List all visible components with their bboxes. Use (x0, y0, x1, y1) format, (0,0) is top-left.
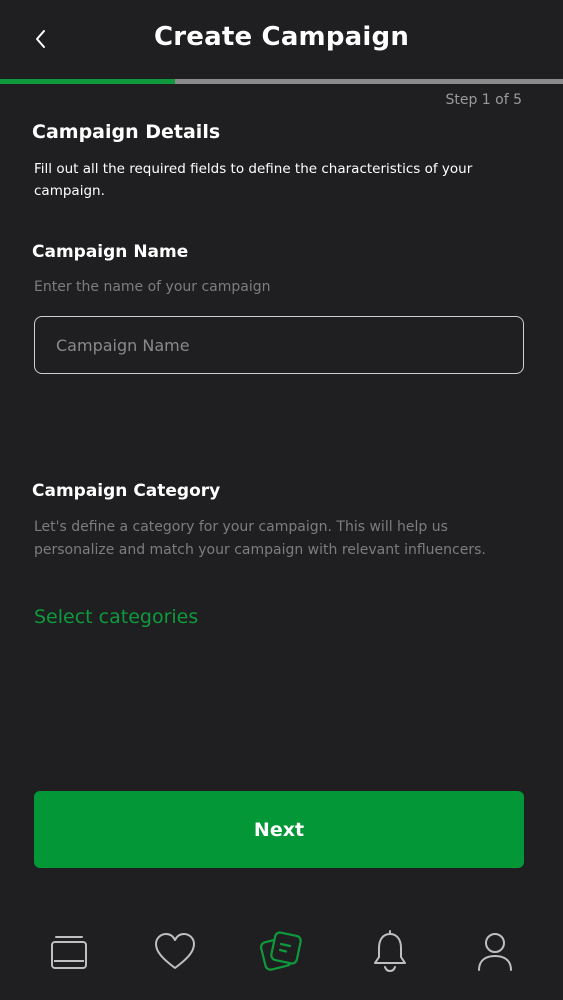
section-title: Campaign Details (32, 121, 221, 143)
campaign-name-input[interactable] (34, 316, 524, 374)
page-title: Create Campaign (153, 22, 410, 52)
campaign-category-title: Campaign Category (32, 481, 221, 501)
tab-profile[interactable] (467, 924, 523, 980)
section-description: Fill out all the required fields to defi… (34, 161, 473, 199)
progress-bar (0, 79, 563, 84)
campaign-category-hint: Let's define a category for your campaig… (34, 519, 486, 558)
tab-notifications[interactable] (362, 924, 418, 980)
campaign-name-hint: Enter the name of your campaign (34, 279, 271, 295)
bottom-tab-bar (0, 910, 563, 1000)
tab-campaigns[interactable] (253, 924, 309, 980)
progress-bar-fill (0, 79, 175, 84)
campaign-name-title: Campaign Name (32, 242, 189, 262)
next-button[interactable]: Next (34, 791, 524, 868)
header: Create Campaign (0, 0, 563, 80)
tab-favorites[interactable] (147, 924, 203, 980)
campaigns-icon (259, 931, 302, 971)
heart-icon (155, 933, 195, 969)
select-categories-link[interactable]: Select categories (34, 606, 198, 628)
profile-icon (478, 933, 512, 971)
bell-icon (374, 930, 406, 973)
tab-gallery[interactable] (41, 924, 97, 980)
step-indicator: Step 1 of 5 (445, 92, 522, 108)
gallery-icon (51, 936, 87, 969)
